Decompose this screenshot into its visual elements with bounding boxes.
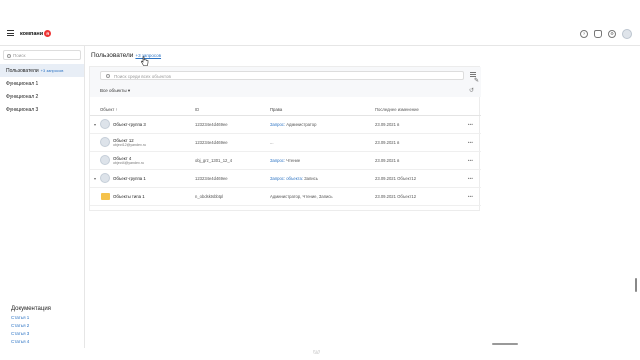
object-id: obj_grz_1301_12_4 [195, 151, 270, 170]
docs-section: Документация Статья 1 Статья 2 Статья 3 … [11, 306, 51, 347]
object-email: object12@yandex.ru [113, 142, 147, 147]
avatar [100, 119, 110, 129]
page-title: Пользователи +3 запросов [91, 52, 161, 59]
sidebar-item-feature-2[interactable]: Функционал 2 [0, 90, 84, 103]
table-row[interactable]: ▾ Объект-группа 1 123234e4d469ee Запрос:… [90, 169, 481, 188]
object-last-change: 23.09.2021 в [375, 133, 460, 152]
table-row[interactable]: ▾ Объект-группа 3 123234e4d469ee Запрос:… [90, 115, 481, 134]
objects-table: Объект ↑ ID Права Последнее изменение ▾ … [90, 105, 481, 206]
more-icon[interactable]: ••• [460, 169, 481, 188]
docs-link[interactable]: Статья 1 [11, 315, 51, 320]
objects-search-input[interactable]: Поиск среди всех объектов [100, 71, 464, 80]
object-rights: Запрос: объекта: Запись [270, 169, 375, 188]
rights-value: Администратор [286, 121, 317, 127]
pencil-icon[interactable]: ✎ [474, 77, 481, 84]
sidebar: Поиск Пользователи +3 запросов Функционал… [0, 46, 85, 348]
help-icon[interactable]: ? [580, 30, 588, 38]
sidebar-item-users[interactable]: Пользователи +3 запросов [0, 64, 84, 77]
object-rights: Запрос: Администратор [270, 115, 375, 134]
object-name: Объект 12 [113, 137, 134, 143]
object-last-change: 23.09.2021 Объект12 [375, 187, 460, 206]
object-id: 123234e4d469ee [195, 169, 270, 188]
column-rights[interactable]: Права [270, 105, 375, 116]
object-rights: Запрос: Чтение [270, 151, 375, 170]
rights-value: Чтение [286, 157, 301, 163]
avatar [100, 173, 110, 183]
sidebar-item-feature-1[interactable]: Функционал 1 [0, 77, 84, 90]
objects-panel: Поиск среди всех объектов ✎ Все объекты … [89, 66, 481, 211]
docs-heading: Документация [11, 306, 51, 312]
object-id: n_obdsktsbbtpl [195, 187, 270, 206]
sidebar-search-input[interactable]: Поиск [3, 50, 81, 60]
object-name: Объект 4 [113, 155, 132, 161]
object-last-change: 23.09.2021 Объект12 [375, 169, 460, 188]
docs-link[interactable]: Статья 2 [11, 323, 51, 328]
rights-value: Запись [304, 175, 318, 181]
settings-icon[interactable]: ⚙ [608, 30, 616, 38]
horizontal-scrollbar[interactable] [492, 343, 518, 345]
user-avatar[interactable] [622, 29, 632, 39]
sidebar-item-label: Функционал 1 [6, 81, 39, 87]
sidebar-item-label: Функционал 2 [6, 94, 39, 100]
sidebar-item-label: Пользователи [6, 68, 39, 74]
table-row[interactable]: Объекты типа 1 n_obdsktsbbtpl Администра… [90, 187, 481, 206]
column-id[interactable]: ID [195, 105, 270, 116]
sort-icon: ↑ [115, 107, 118, 113]
logo-badge: Я [44, 30, 52, 37]
rights-request[interactable]: Запрос: [270, 122, 285, 127]
docs-link[interactable]: Статья 3 [11, 331, 51, 336]
logo-text: компани [20, 30, 44, 37]
more-icon[interactable]: ••• [460, 115, 481, 134]
sidebar-item-requests[interactable]: +3 запросов [41, 68, 64, 73]
object-name: Объект-группа 3 [113, 121, 146, 127]
top-bar: компани Я ? ⚙ [0, 22, 640, 46]
chevron-down-icon: ▾ [127, 88, 131, 93]
column-object[interactable]: Объект ↑ [100, 105, 195, 116]
object-last-change: 23.09.2021 в [375, 115, 460, 134]
more-icon[interactable]: ••• [460, 187, 481, 206]
avatar [100, 155, 110, 165]
expand-chevron-icon[interactable]: ▾ [90, 115, 100, 134]
refresh-icon[interactable]: ↺ [469, 87, 474, 94]
table-row[interactable]: Объект 4 object4@yandex.ru obj_grz_1301_1… [90, 151, 481, 170]
sidebar-item-label: Функционал 3 [6, 107, 39, 113]
object-rights: Администратор, Чтение, Запись [270, 187, 375, 206]
object-name: Объекты типа 1 [113, 193, 145, 199]
search-icon [106, 74, 110, 78]
objects-filter-dropdown[interactable]: Все объекты ▾ [100, 88, 130, 94]
table-header: Объект ↑ ID Права Последнее изменение [90, 105, 481, 116]
object-name: Объект-группа 1 [113, 175, 146, 181]
logo[interactable]: компани Я [20, 30, 52, 37]
menu-icon[interactable] [7, 30, 14, 36]
main-content: Пользователи +3 запросов Поиск среди всех… [86, 46, 635, 348]
table-row[interactable]: Объект 12 object12@yandex.ru 123234e4d469… [90, 133, 481, 152]
object-id: 123234e4d469ee [195, 115, 270, 134]
column-last-change[interactable]: Последнее изменение [375, 105, 460, 116]
search-icon [7, 53, 11, 58]
avatar [100, 137, 110, 147]
more-icon[interactable]: ••• [460, 133, 481, 152]
more-icon[interactable]: ••• [460, 151, 481, 170]
docs-link[interactable]: Статья 4 [11, 339, 51, 344]
rights-request[interactable]: Запрос: объекта: [270, 176, 303, 181]
bottom-watermark: \\\// [313, 350, 320, 356]
object-id: 123234e4d469ee [195, 133, 270, 152]
rights-request[interactable]: Запрос: [270, 158, 285, 163]
page-title-text: Пользователи [91, 52, 134, 59]
object-email: object4@yandex.ru [113, 160, 145, 165]
object-last-change: 23.09.2021 в [375, 151, 460, 170]
bell-icon[interactable] [594, 30, 602, 38]
folder-icon [101, 192, 110, 200]
object-rights: ... [270, 133, 375, 152]
expand-chevron-icon[interactable]: ▾ [90, 169, 100, 188]
sidebar-item-feature-3[interactable]: Функционал 3 [0, 103, 84, 116]
vertical-scrollbar[interactable] [635, 278, 637, 292]
